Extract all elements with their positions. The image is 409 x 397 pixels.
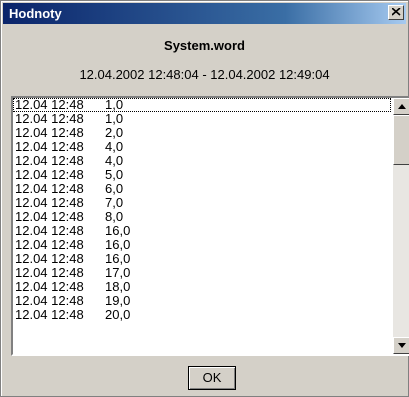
row-value: 7,0 (105, 195, 124, 210)
row-value: 5,0 (105, 167, 124, 182)
list-item[interactable]: 12.04 12:48 17,0 (13, 266, 391, 280)
close-button[interactable] (388, 5, 404, 20)
scroll-thumb[interactable] (393, 115, 409, 165)
scroll-down-button[interactable] (393, 337, 409, 354)
row-value: 6,0 (105, 181, 124, 196)
row-value: 4,0 (105, 139, 124, 154)
row-value: 18,0 (105, 279, 131, 294)
row-value: 17,0 (105, 265, 131, 280)
row-value: 16,0 (105, 237, 131, 252)
list-item[interactable]: 12.04 12:48 4,0 (13, 140, 391, 154)
list-item[interactable]: 12.04 12:48 2,0 (13, 126, 391, 140)
row-value: 8,0 (105, 209, 124, 224)
row-value: 16,0 (105, 223, 131, 238)
row-timestamp: 12.04 12:48 (15, 98, 84, 112)
arrow-up-icon (398, 104, 406, 109)
row-timestamp: 12.04 12:48 (15, 111, 84, 126)
row-timestamp: 12.04 12:48 (15, 181, 84, 196)
list-item[interactable]: 12.04 12:48 6,0 (13, 182, 391, 196)
values-listbox[interactable]: 12.04 12:48 1,0 12.04 12:48 1,0 12.04 12:48 2… (11, 96, 409, 356)
row-value: 19,0 (105, 293, 131, 308)
row-value: 2,0 (105, 125, 124, 140)
list-item[interactable]: 12.04 12:48 8,0 (13, 210, 391, 224)
row-timestamp: 12.04 12:48 (15, 153, 84, 168)
row-timestamp: 12.04 12:48 (15, 195, 84, 210)
row-value: 16,0 (105, 251, 131, 266)
list-item[interactable]: 12.04 12:48 16,0 (13, 252, 391, 266)
row-timestamp: 12.04 12:48 (15, 223, 84, 238)
row-value: 4,0 (105, 153, 124, 168)
list-item[interactable]: 12.04 12:48 4,0 (13, 154, 391, 168)
list-item[interactable]: 12.04 12:48 1,0 (13, 112, 391, 126)
window-title: Hodnoty (9, 6, 62, 21)
variable-name: System.word (164, 38, 245, 53)
list-item[interactable]: 12.04 12:48 18,0 (13, 280, 391, 294)
list-item[interactable]: 12.04 12:48 20,0 (13, 308, 391, 322)
row-timestamp: 12.04 12:48 (15, 265, 84, 280)
row-timestamp: 12.04 12:48 (15, 237, 84, 252)
list-item[interactable]: 12.04 12:48 16,0 (13, 238, 391, 252)
list-item[interactable]: 12.04 12:48 16,0 (13, 224, 391, 238)
row-timestamp: 12.04 12:48 (15, 125, 84, 140)
vertical-scrollbar[interactable] (393, 98, 409, 354)
row-value: 1,0 (105, 98, 124, 112)
row-value: 1,0 (105, 111, 124, 126)
list-item[interactable]: 12.04 12:48 7,0 (13, 196, 391, 210)
row-timestamp: 12.04 12:48 (15, 279, 84, 294)
row-timestamp: 12.04 12:48 (15, 307, 84, 322)
row-timestamp: 12.04 12:48 (15, 251, 84, 266)
row-value: 20,0 (105, 307, 131, 322)
scroll-up-button[interactable] (393, 98, 409, 115)
row-timestamp: 12.04 12:48 (15, 293, 84, 308)
row-timestamp: 12.04 12:48 (15, 167, 84, 182)
values-dialog: Hodnoty System.word 12.04.2002 12:48:04 … (0, 0, 409, 397)
ok-button[interactable]: OK (188, 366, 236, 390)
row-timestamp: 12.04 12:48 (15, 139, 84, 154)
values-list[interactable]: 12.04 12:48 1,0 12.04 12:48 1,0 12.04 12:48 2… (13, 98, 391, 354)
list-item[interactable]: 12.04 12:48 1,0 (13, 98, 391, 112)
list-item[interactable]: 12.04 12:48 19,0 (13, 294, 391, 308)
row-timestamp: 12.04 12:48 (15, 209, 84, 224)
title-bar[interactable]: Hodnoty (3, 3, 406, 24)
arrow-down-icon (398, 343, 406, 348)
list-item[interactable]: 12.04 12:48 5,0 (13, 168, 391, 182)
close-icon (392, 8, 401, 16)
time-range: 12.04.2002 12:48:04 - 12.04.2002 12:49:0… (79, 67, 330, 82)
